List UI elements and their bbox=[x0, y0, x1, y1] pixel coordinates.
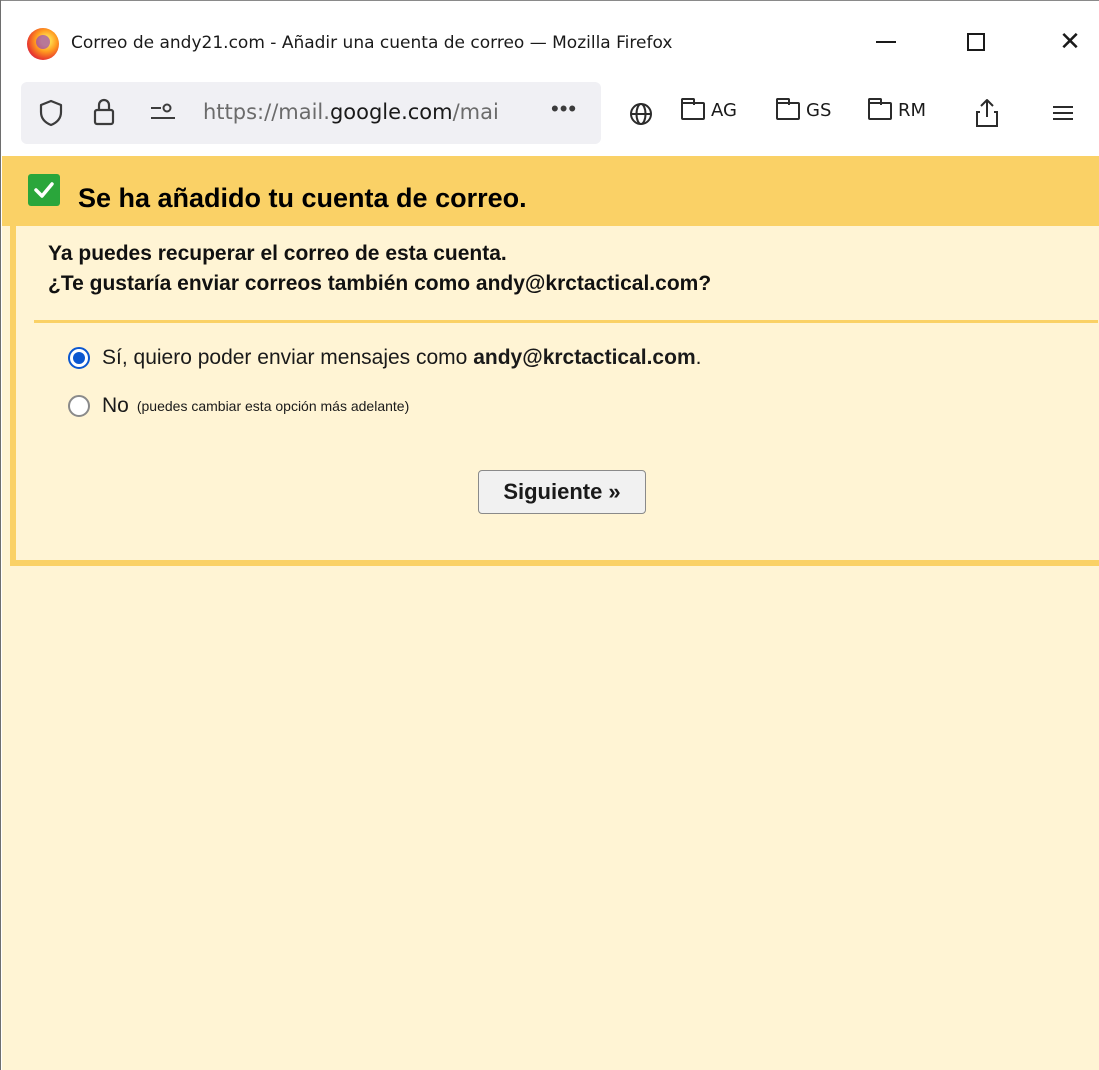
url-domain: google.com bbox=[329, 100, 453, 124]
window-title: Correo de andy21.com - Añadir una cuenta… bbox=[71, 33, 673, 53]
url-text[interactable]: https://mail.google.com/mai bbox=[203, 100, 499, 124]
intro-text-line-1: Ya puedes recuperar el correo de esta cu… bbox=[48, 242, 507, 265]
option-no-hint: (puedes cambiar esta opción más adelante… bbox=[136, 398, 410, 414]
minimize-icon bbox=[876, 41, 896, 43]
radio-no[interactable] bbox=[68, 395, 90, 417]
bookmark-label: RM bbox=[898, 100, 927, 121]
page-content: Se ha añadido tu cuenta de correo. Ya pu… bbox=[2, 156, 1099, 1070]
bookmark-label: AG bbox=[711, 100, 737, 121]
bookmark-label: GS bbox=[806, 100, 832, 121]
url-prefix: https://mail. bbox=[203, 100, 330, 124]
globe-icon[interactable] bbox=[627, 100, 655, 128]
maximize-icon bbox=[967, 33, 985, 51]
success-banner: Se ha añadido tu cuenta de correo. bbox=[2, 156, 1099, 226]
title-bar: Correo de andy21.com - Añadir una cuenta… bbox=[1, 0, 1099, 72]
divider bbox=[34, 320, 1098, 323]
navigation-toolbar: https://mail.google.com/mai ••• AG GS RM bbox=[1, 72, 1099, 156]
firefox-logo-icon bbox=[27, 28, 59, 60]
close-icon: ✕ bbox=[1059, 27, 1081, 57]
lock-icon[interactable] bbox=[91, 97, 117, 127]
options-panel: Ya puedes recuperar el correo de esta cu… bbox=[10, 226, 1099, 566]
maximize-button[interactable] bbox=[953, 21, 999, 63]
tracking-protection-shield-icon[interactable] bbox=[37, 99, 65, 127]
intro-text-line-2: ¿Te gustaría enviar correos también como… bbox=[48, 272, 712, 295]
folder-icon bbox=[868, 97, 892, 120]
next-button[interactable]: Siguiente » bbox=[478, 470, 646, 514]
checkmark-icon bbox=[28, 174, 60, 206]
option-yes-email: andy@krctactical.com bbox=[473, 346, 696, 369]
folder-icon bbox=[681, 97, 705, 120]
share-icon[interactable] bbox=[971, 96, 1003, 130]
close-button[interactable]: ✕ bbox=[1047, 21, 1093, 63]
option-no[interactable]: No (puedes cambiar esta opción más adela… bbox=[68, 394, 409, 418]
option-yes-prefix: Sí, quiero poder enviar mensajes como bbox=[102, 346, 474, 369]
bookmark-gs[interactable]: GS bbox=[776, 97, 832, 121]
option-yes-suffix: . bbox=[695, 346, 702, 369]
option-yes-label: Sí, quiero poder enviar mensajes como an… bbox=[102, 346, 701, 370]
banner-title: Se ha añadido tu cuenta de correo. bbox=[78, 183, 527, 213]
url-bar[interactable]: https://mail.google.com/mai ••• bbox=[21, 82, 601, 144]
page-actions-more-icon[interactable]: ••• bbox=[551, 96, 577, 122]
folder-icon bbox=[776, 97, 800, 120]
permissions-icon[interactable] bbox=[149, 100, 177, 126]
option-yes[interactable]: Sí, quiero poder enviar mensajes como an… bbox=[68, 346, 701, 370]
minimize-button[interactable] bbox=[863, 21, 909, 63]
bookmark-rm[interactable]: RM bbox=[868, 97, 927, 121]
radio-yes[interactable] bbox=[68, 347, 90, 369]
browser-window: Correo de andy21.com - Añadir una cuenta… bbox=[0, 0, 1099, 1070]
hamburger-menu-icon[interactable] bbox=[1049, 102, 1077, 124]
url-suffix: /mai bbox=[452, 100, 499, 124]
option-no-label: No bbox=[102, 394, 129, 417]
bookmark-ag[interactable]: AG bbox=[681, 97, 737, 121]
